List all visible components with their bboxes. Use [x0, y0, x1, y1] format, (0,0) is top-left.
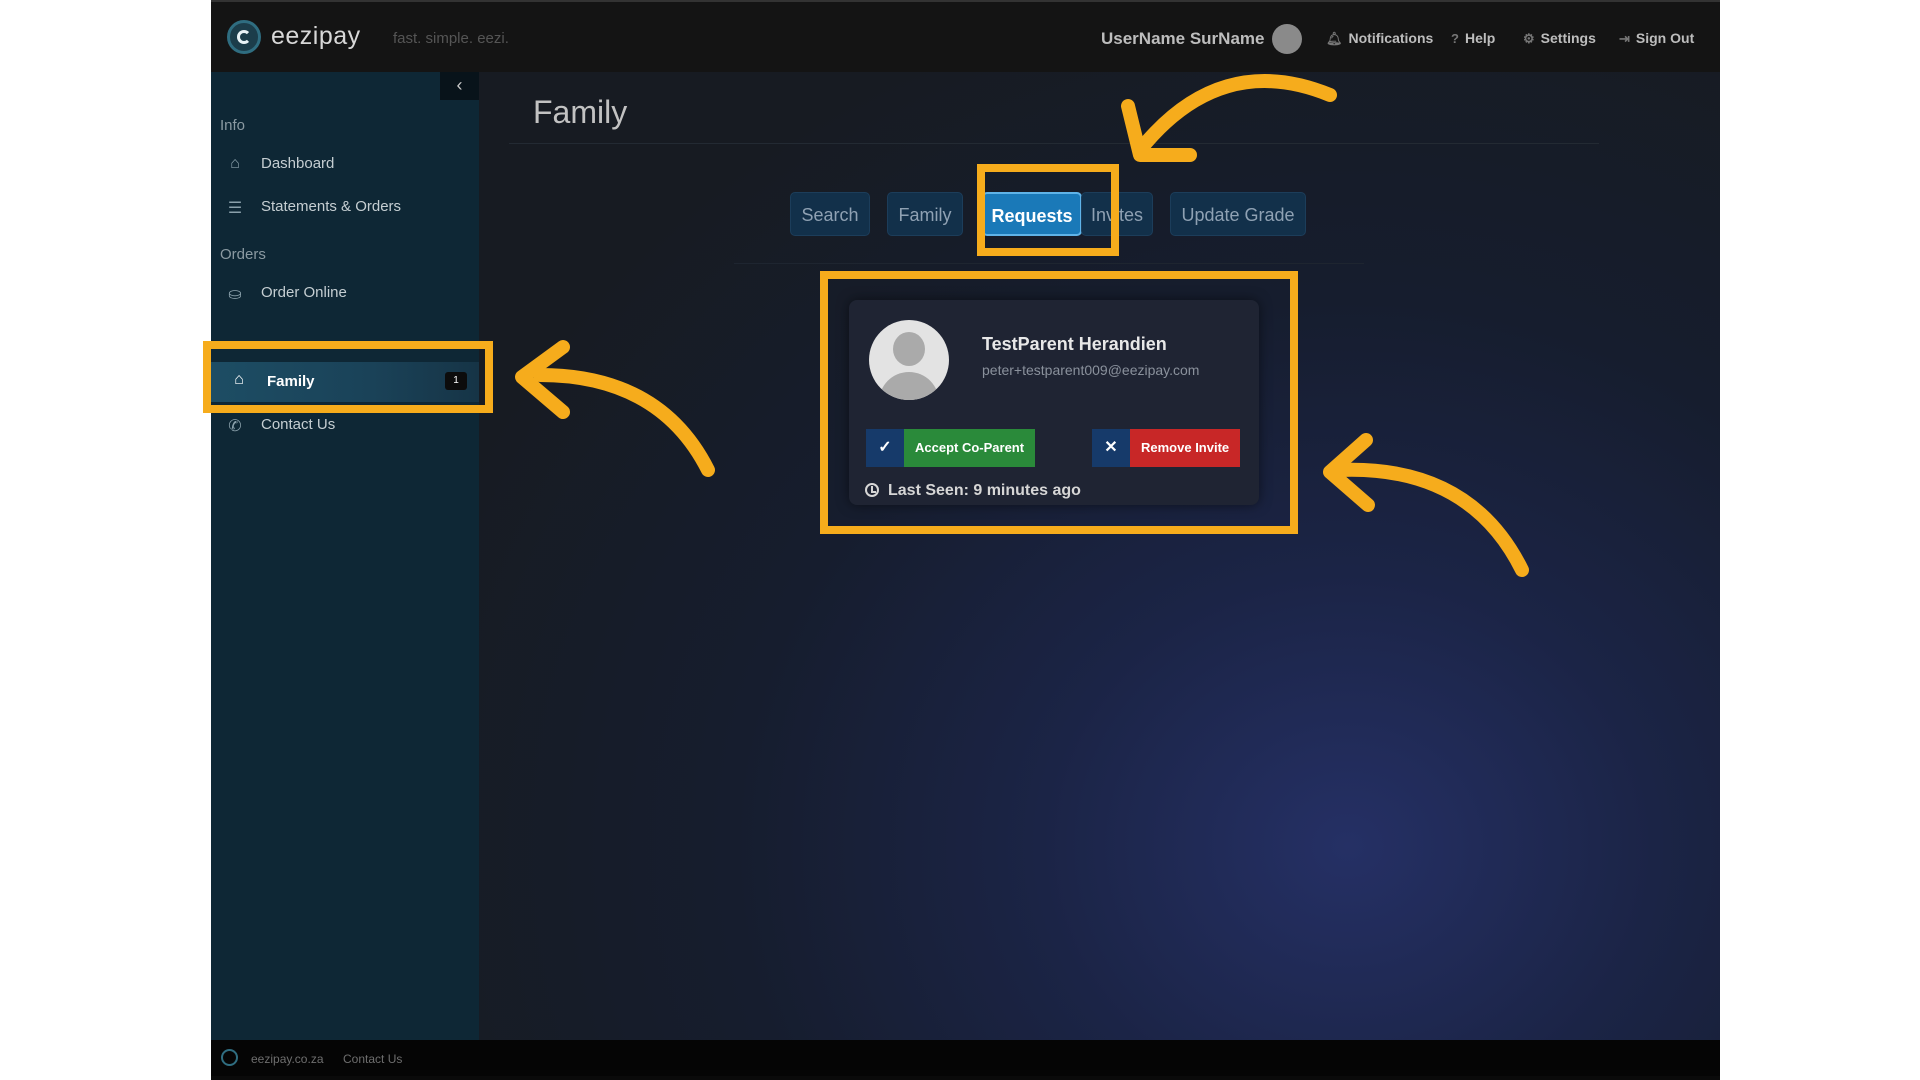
requester-name: TestParent Herandien	[982, 334, 1167, 354]
sidebar-section-info: Info	[220, 117, 246, 134]
clock-icon	[865, 483, 879, 497]
family-count-badge: 1	[445, 372, 467, 390]
family-icon: ⌂	[234, 371, 244, 388]
settings-link[interactable]: ⚙ Settings	[1523, 30, 1596, 47]
eezipay-logo-icon[interactable]	[227, 20, 261, 54]
request-card: TestParent Herandien peter+testparent009…	[849, 300, 1259, 505]
title-divider	[509, 143, 1599, 144]
last-seen: Last Seen: 9 minutes ago	[865, 481, 1081, 500]
page-title: Family	[533, 94, 628, 130]
tab-search[interactable]: Search	[790, 192, 870, 236]
tabs-divider	[734, 263, 1364, 264]
brand-name[interactable]: eezipay	[271, 22, 361, 51]
sidebar-item-order-online[interactable]: ⛀ Order Online	[211, 275, 479, 311]
footer-site-link[interactable]: eezipay.co.za	[251, 1052, 324, 1066]
main-content: Family Search Family Requests Invites Up…	[479, 72, 1720, 1040]
list-icon: ☰	[227, 200, 243, 217]
question-icon: ?	[1451, 31, 1459, 46]
gear-icon: ⚙	[1523, 31, 1535, 46]
notifications-link[interactable]: 🔔︎ Notifications	[1326, 30, 1433, 47]
requester-avatar	[869, 320, 949, 400]
help-link[interactable]: ? Help	[1451, 30, 1495, 46]
footer-contact-link[interactable]: Contact Us	[343, 1052, 402, 1066]
sidebar-collapse-button[interactable]: ‹	[440, 72, 479, 100]
sidebar-item-statements[interactable]: ☰ Statements & Orders	[211, 189, 479, 225]
sign-out-link[interactable]: ⇥ Sign Out	[1619, 30, 1694, 47]
sidebar-item-contact-us[interactable]: ✆ Contact Us	[211, 407, 479, 443]
sign-out-icon: ⇥	[1619, 31, 1630, 46]
user-name[interactable]: UserName SurName	[1101, 29, 1264, 49]
home-icon: ⌂	[230, 155, 240, 172]
requester-email: peter+testparent009@eezipay.com	[982, 362, 1200, 378]
bell-icon: 🔔︎	[1326, 31, 1343, 46]
sidebar-item-dashboard[interactable]: ⌂ Dashboard	[211, 146, 479, 182]
tab-requests[interactable]: Requests	[982, 192, 1082, 236]
sidebar: ‹ Info ⌂ Dashboard ☰ Statements & Orders…	[211, 72, 479, 1040]
top-bar: eezipay fast. simple. eezi. UserName Sur…	[211, 0, 1720, 72]
sidebar-section-orders: Orders	[220, 246, 266, 263]
basket-icon: ⛀	[228, 286, 242, 303]
tab-invites[interactable]: Invites	[1081, 192, 1153, 236]
tab-family[interactable]: Family	[887, 192, 963, 236]
close-icon: ✕	[1092, 429, 1130, 467]
phone-icon: ✆	[228, 418, 242, 435]
sidebar-item-family[interactable]: ⌂ Family 1	[211, 362, 479, 402]
footer-logo-icon	[221, 1049, 238, 1066]
app-window: eezipay fast. simple. eezi. UserName Sur…	[211, 0, 1720, 1080]
footer: eezipay.co.za Contact Us	[211, 1040, 1720, 1076]
tagline: fast. simple. eezi.	[393, 30, 509, 47]
user-avatar[interactable]	[1272, 24, 1302, 54]
tab-update-grade[interactable]: Update Grade	[1170, 192, 1306, 236]
check-icon: ✓	[866, 429, 904, 467]
